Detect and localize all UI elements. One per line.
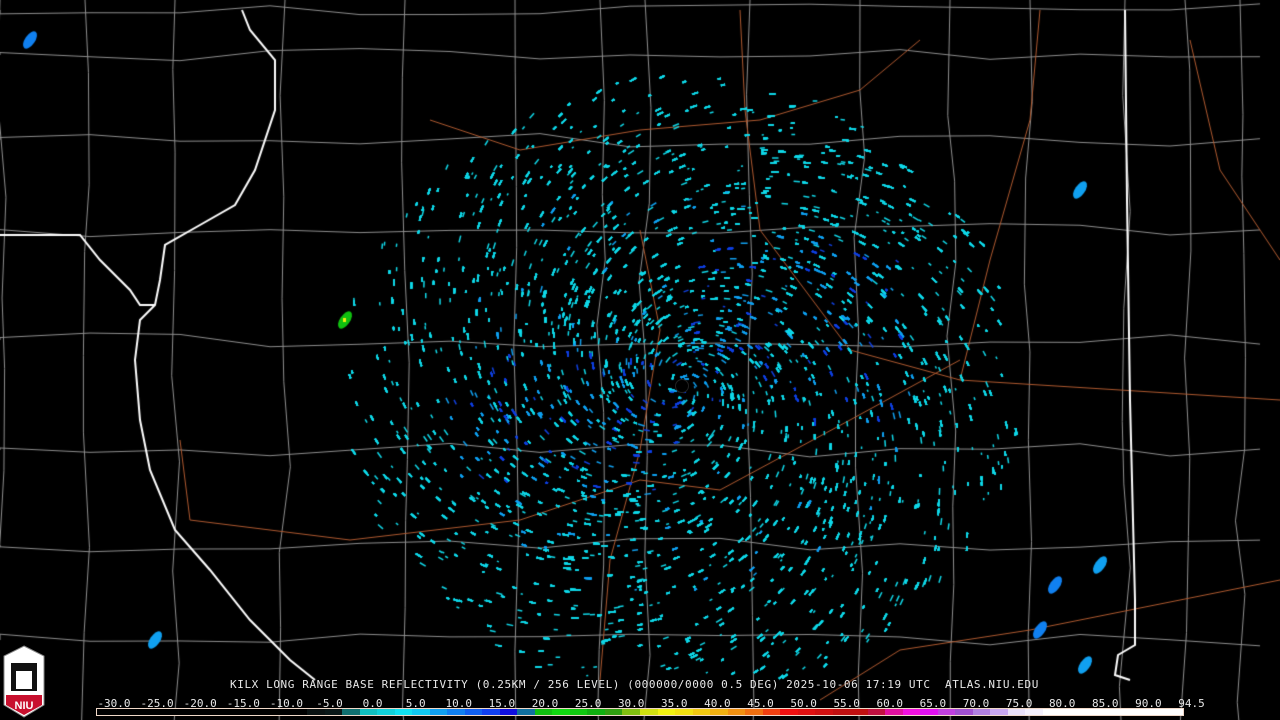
colorbar-swatch (132, 709, 150, 715)
colorbar-swatch (867, 709, 886, 715)
colorbar-swatch (604, 709, 623, 715)
colorbar-swatch (412, 709, 430, 715)
colorbar-swatch (1095, 709, 1113, 715)
radar-site-marker (675, 379, 689, 393)
colorbar-swatch (745, 709, 763, 715)
colorbar-swatch (1147, 709, 1166, 715)
colorbar-swatch (342, 709, 360, 715)
colorbar-swatch (517, 709, 535, 715)
svg-text:NIU: NIU (15, 700, 34, 712)
colorbar-swatch (587, 709, 605, 715)
colorbar-swatch (377, 709, 395, 715)
colorbar-swatch (955, 709, 973, 715)
reflectivity-colorbar (96, 708, 1184, 716)
colorbar-swatch (149, 709, 168, 715)
colorbar-swatch (692, 709, 711, 715)
colorbar-swatch (815, 709, 833, 715)
colorbar-swatch (972, 709, 991, 715)
colorbar-swatch (1042, 709, 1061, 715)
colorbar-swatch (937, 709, 956, 715)
colorbar-swatch (552, 709, 570, 715)
colorbar-swatch (237, 709, 255, 715)
colorbar-swatch (622, 709, 640, 715)
colorbar-swatch (710, 709, 728, 715)
colorbar-swatch (447, 709, 465, 715)
colorbar-swatch (1165, 709, 1183, 715)
colorbar-swatch (1130, 709, 1148, 715)
colorbar-swatch (832, 709, 851, 715)
colorbar-swatch (762, 709, 781, 715)
colorbar-swatch (1025, 709, 1043, 715)
colorbar-swatch (114, 709, 133, 715)
colorbar-swatch (202, 709, 220, 715)
colorbar-swatch (184, 709, 203, 715)
colorbar-swatch (219, 709, 238, 715)
colorbar-swatch (97, 709, 115, 715)
colorbar-swatch (1060, 709, 1078, 715)
colorbar-swatch (639, 709, 658, 715)
colorbar-swatch (534, 709, 553, 715)
colorbar-swatch (727, 709, 746, 715)
colorbar-swatch (272, 709, 290, 715)
niu-logo: NIU (3, 645, 45, 718)
colorbar-swatch (657, 709, 676, 715)
colorbar-swatch (885, 709, 903, 715)
colorbar-swatch (359, 709, 378, 715)
colorbar-swatch (167, 709, 185, 715)
colorbar-swatch (1112, 709, 1131, 715)
colorbar-swatch (429, 709, 448, 715)
colorbar-swatch (324, 709, 343, 715)
colorbar-swatch (254, 709, 273, 715)
colorbar-swatch (482, 709, 500, 715)
colorbar-swatch (902, 709, 921, 715)
colorbar-swatch (675, 709, 693, 715)
colorbar-swatch (569, 709, 588, 715)
colorbar-swatch (990, 709, 1008, 715)
colorbar-swatch (394, 709, 413, 715)
colorbar-swatch (920, 709, 938, 715)
colorbar-swatch (780, 709, 798, 715)
colorbar-swatch (850, 709, 868, 715)
colorbar-swatch (1077, 709, 1096, 715)
colorbar-swatch (797, 709, 816, 715)
colorbar-swatch (1007, 709, 1026, 715)
colorbar-swatch (289, 709, 308, 715)
product-title: KILX LONG RANGE BASE REFLECTIVITY (0.25K… (230, 678, 1039, 691)
colorbar-swatch (307, 709, 325, 715)
colorbar-swatch (499, 709, 518, 715)
radar-reflectivity-layer (0, 0, 1280, 720)
colorbar-swatch (464, 709, 483, 715)
